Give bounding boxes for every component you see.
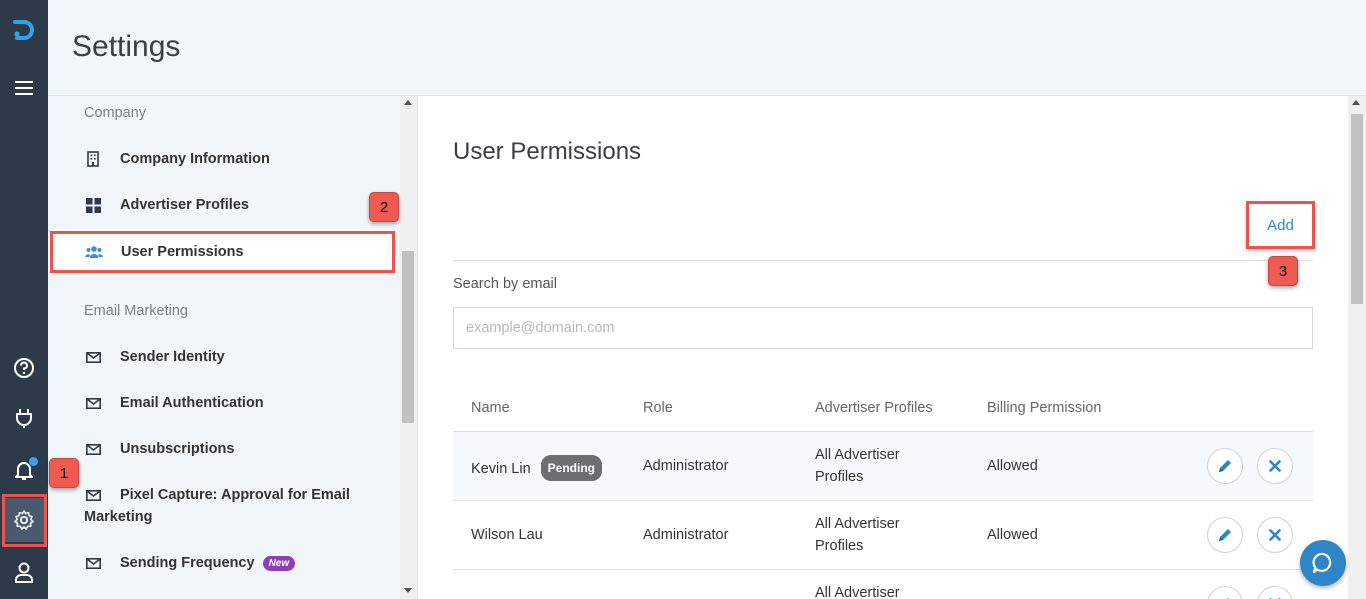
nav-scrollbar[interactable] [400, 96, 418, 599]
row-name-cell: Kevin Lin Pending [471, 455, 602, 481]
notification-dot [28, 456, 39, 467]
nav-item-unsubscriptions[interactable]: Unsubscriptions [84, 441, 234, 457]
settings-highlight [2, 494, 47, 547]
profiles-line: All Advertiser [815, 447, 900, 463]
nav-section-company: Company [84, 105, 147, 121]
divider [453, 260, 1313, 261]
edit-button[interactable] [1207, 448, 1243, 484]
row-profiles-cell: All Advertiser Profiles [815, 513, 900, 557]
callout-1: 1 [49, 458, 79, 488]
profiles-line: All Advertiser [815, 585, 900, 599]
user-icon [15, 562, 33, 583]
building-icon [84, 151, 102, 167]
add-user-button[interactable]: Add [1246, 201, 1315, 249]
menu-icon [15, 81, 33, 95]
column-header-advertiser-profiles: Advertiser Profiles [815, 400, 933, 416]
main-scroll-thumb[interactable] [1351, 114, 1363, 304]
search-label: Search by email [453, 276, 557, 292]
scroll-down-arrow-icon[interactable] [404, 588, 412, 593]
user-name: Wilson Lau [471, 527, 543, 543]
nav-item-label: Advertiser Profiles [120, 197, 249, 213]
nav-item-label: Pixel Capture: Approval for Email Market… [84, 487, 350, 525]
close-icon [1269, 460, 1281, 472]
pencil-icon [1219, 529, 1231, 541]
row-divider [453, 500, 1313, 501]
scroll-up-arrow-icon[interactable] [404, 100, 412, 105]
envelope-icon [84, 395, 102, 411]
envelope-icon [84, 349, 102, 365]
scroll-up-arrow-icon[interactable] [1352, 100, 1360, 105]
envelope-icon [84, 488, 102, 504]
profiles-line: Profiles [815, 538, 864, 554]
account-button[interactable] [0, 550, 48, 594]
nav-item-sending-frequency[interactable]: Sending Frequency New [84, 555, 296, 571]
remove-button[interactable] [1257, 517, 1293, 553]
section-title: User Permissions [453, 138, 642, 165]
edit-button[interactable] [1207, 586, 1243, 599]
column-header-name: Name [471, 400, 510, 416]
user-name: Kevin Lin [471, 461, 531, 477]
pending-badge: Pending [540, 455, 602, 481]
row-profiles-cell: All Advertiser Profiles [815, 444, 900, 488]
plug-icon [16, 409, 32, 428]
brand-logo[interactable] [0, 8, 48, 52]
nav-item-label: User Permissions [121, 244, 244, 260]
nav-item-company-information[interactable]: Company Information [84, 151, 270, 167]
integrations-button[interactable] [0, 396, 48, 440]
nav-item-label: Sending Frequency [120, 555, 255, 571]
remove-button[interactable] [1257, 586, 1293, 599]
envelope-icon [84, 555, 102, 571]
profiles-line: Profiles [815, 469, 864, 485]
column-header-billing-permission: Billing Permission [987, 400, 1102, 416]
nav-item-label: Unsubscriptions [120, 441, 235, 457]
envelope-icon [84, 441, 102, 457]
callout-3: 3 [1268, 256, 1298, 286]
new-badge: New [262, 555, 296, 571]
settings-nav: Company Company Information Advertiser P… [48, 96, 400, 599]
edit-button[interactable] [1207, 517, 1243, 553]
user-permissions-panel: User Permissions Add Search by email Nam… [418, 96, 1348, 599]
nav-item-label: Email Authentication [120, 395, 264, 411]
page-title: Settings [72, 30, 181, 63]
help-icon [14, 358, 34, 378]
nav-item-advertiser-profiles[interactable]: Advertiser Profiles [84, 197, 249, 213]
close-icon [1269, 529, 1281, 541]
search-email-input[interactable] [453, 307, 1313, 349]
nav-item-label: Company Information [120, 151, 270, 167]
row-name-cell: Wilson Lau [471, 524, 543, 546]
profiles-line: All Advertiser [815, 516, 900, 532]
nav-item-pixel-capture[interactable]: Pixel Capture: Approval for Email Market… [84, 484, 384, 528]
column-header-role: Role [643, 400, 673, 416]
row-profiles-cell: All Advertiser [815, 582, 900, 599]
main-scrollbar[interactable] [1348, 96, 1366, 599]
page-header: Settings [48, 0, 1366, 96]
row-billing-cell: Allowed [987, 527, 1038, 543]
callout-2: 2 [369, 192, 399, 222]
brand-logo-icon [13, 20, 34, 40]
nav-item-label: Sender Identity [120, 349, 225, 365]
remove-button[interactable] [1257, 448, 1293, 484]
row-divider [453, 569, 1313, 570]
notifications-button[interactable] [0, 448, 48, 492]
nav-scroll-thumb[interactable] [402, 251, 414, 423]
nav-section-email-marketing: Email Marketing [84, 303, 188, 319]
row-billing-cell: Allowed [987, 458, 1038, 474]
menu-button[interactable] [0, 66, 48, 110]
help-button[interactable] [0, 346, 48, 390]
row-role-cell: Administrator [643, 458, 729, 474]
nav-item-sender-identity[interactable]: Sender Identity [84, 349, 225, 365]
nav-item-user-permissions[interactable]: User Permissions [85, 244, 244, 260]
nav-item-email-authentication[interactable]: Email Authentication [84, 395, 264, 411]
pencil-icon [1219, 460, 1231, 472]
chat-icon [1312, 552, 1332, 574]
chat-button[interactable] [1300, 540, 1346, 586]
users-icon [85, 244, 103, 260]
row-role-cell: Administrator [643, 527, 729, 543]
grid-icon [84, 197, 102, 213]
